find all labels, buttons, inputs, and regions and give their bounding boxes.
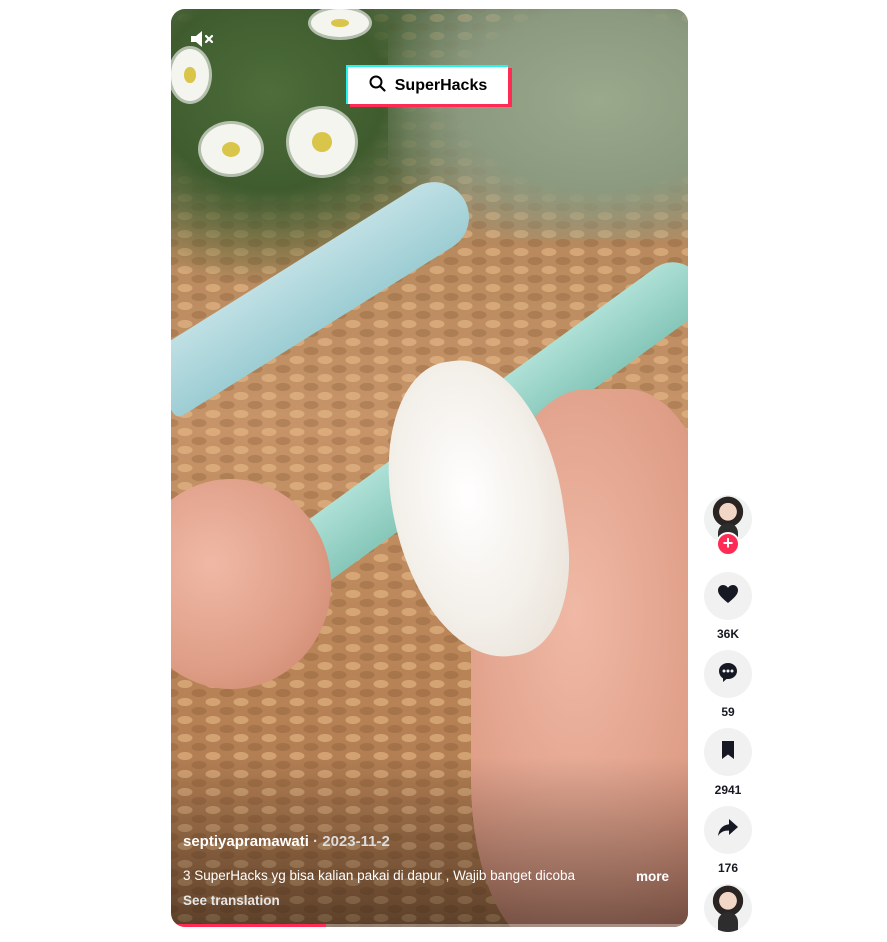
badge-body: SuperHacks	[348, 67, 508, 104]
post-caption: 3 SuperHacks yg bisa kalian pakai di dap…	[183, 868, 575, 883]
share-count: 176	[717, 861, 739, 875]
video-progress-bar[interactable]	[171, 924, 688, 927]
comment-count: 59	[721, 705, 735, 719]
video-frame-flower	[171, 49, 209, 101]
comment-button[interactable]	[704, 650, 752, 698]
post-date: 2023-11-2	[322, 833, 390, 850]
share-button[interactable]	[704, 806, 752, 854]
search-icon	[369, 75, 386, 97]
music-avatar[interactable]	[704, 884, 752, 932]
comment-icon	[717, 661, 739, 688]
avatar-figure	[718, 912, 738, 932]
save-count: 2941	[714, 783, 742, 797]
author-row: septiyapramawati · 2023-11-2	[183, 833, 390, 850]
save-button[interactable]	[704, 728, 752, 776]
like-button[interactable]	[704, 572, 752, 620]
search-badge-text: SuperHacks	[394, 76, 488, 94]
video-frame-flower	[289, 109, 355, 175]
share-arrow-icon	[717, 818, 739, 843]
search-badge[interactable]: SuperHacks	[346, 65, 512, 107]
bookmark-icon	[720, 740, 736, 765]
video-progress-fill	[171, 924, 327, 927]
video-frame-flower	[201, 124, 261, 174]
more-button[interactable]: more	[636, 869, 669, 884]
like-count: 36K	[716, 627, 739, 641]
mute-icon[interactable]	[189, 28, 215, 50]
heart-icon	[717, 584, 739, 609]
video-player[interactable]: SuperHacks septiyapramawati · 2023-11-2 …	[171, 9, 688, 927]
see-translation-link[interactable]: See translation	[183, 893, 280, 908]
follow-plus-icon[interactable]: +	[716, 532, 740, 556]
author-name[interactable]: septiyapramawati	[183, 833, 309, 850]
video-frame-flower	[311, 9, 369, 37]
date-separator: ·	[308, 833, 323, 850]
